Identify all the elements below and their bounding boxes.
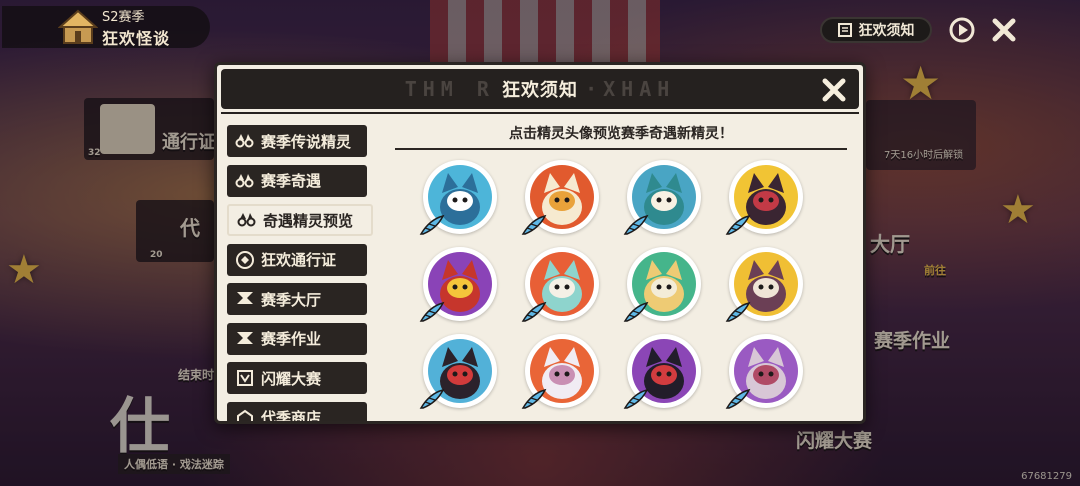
feather-icon: [419, 214, 445, 235]
spirit-avatar-hooded-spirit[interactable]: [623, 160, 701, 235]
feather-icon: [623, 301, 649, 322]
close-icon[interactable]: [990, 16, 1018, 44]
binoculars-icon: [237, 213, 256, 227]
tab-6[interactable]: 闪耀大赛: [227, 362, 367, 394]
feather-icon: [521, 301, 547, 322]
tab-label: 代季商店: [261, 409, 322, 421]
pennant-icon: [237, 331, 253, 344]
modal-header: THM R ··· ·XHAH 狂欢须知: [221, 69, 859, 109]
spirit-avatar-bell-spirit[interactable]: [521, 160, 599, 235]
spirit-avatar-blue-ghost-spirit[interactable]: [419, 160, 497, 235]
spirit-avatar-lamp-spirit[interactable]: [623, 247, 701, 322]
spirit-avatar-beetle-spirit[interactable]: [419, 334, 497, 409]
spirit-avatar-horse-spirit[interactable]: [623, 334, 701, 409]
notice-modal: THM R ··· ·XHAH 狂欢须知 赛季传说精灵 赛季奇遇奇遇精灵预览 狂欢通…: [214, 62, 866, 424]
feather-icon: [623, 214, 649, 235]
notice-button-label: 狂欢须知: [858, 23, 915, 39]
feather-icon: [725, 301, 751, 322]
feather-icon: [521, 388, 547, 409]
tab-5[interactable]: 赛季作业: [227, 322, 367, 355]
feather-icon: [725, 388, 751, 409]
tab-list: 赛季传说精灵 赛季奇遇奇遇精灵预览 狂欢通行证赛季大厅赛季作业闪耀大赛代季商店: [227, 125, 373, 421]
spirit-grid: [419, 160, 823, 409]
binoculars-icon: [235, 173, 254, 187]
tab-label: 赛季大厅: [261, 290, 322, 309]
spirit-avatar-hat-spirit[interactable]: [725, 247, 803, 322]
feather-icon: [521, 214, 547, 235]
tab-label: 赛季奇遇: [261, 172, 322, 190]
circus-tent-icon: [58, 9, 98, 44]
tab-0[interactable]: 赛季传说精灵: [227, 125, 367, 157]
notice-button[interactable]: 狂欢须知: [820, 17, 932, 43]
tab-label: 赛季传说精灵: [261, 132, 352, 151]
shop-icon: [237, 409, 253, 421]
tab-label: 狂欢通行证: [261, 251, 337, 269]
tab-2[interactable]: 奇遇精灵预览: [227, 204, 373, 236]
spirit-avatar-bottle-spirit[interactable]: [419, 247, 497, 322]
ticket-icon: [236, 250, 254, 269]
modal-title: 狂欢须知: [502, 80, 578, 101]
content-title: 点击精灵头像预览赛季奇遇新精灵！: [509, 126, 733, 142]
feather-icon: [725, 214, 751, 235]
tab-4[interactable]: 赛季大厅: [227, 283, 367, 315]
binoculars-icon: [235, 134, 254, 148]
tab-label: 赛季作业: [261, 330, 322, 348]
notice-note-icon: [837, 23, 852, 37]
pennant-icon: [237, 292, 253, 304]
tab-1[interactable]: 赛季奇遇: [227, 164, 367, 197]
season-name: 狂欢怪谈: [102, 28, 171, 48]
spirit-avatar-teapot-spirit[interactable]: [725, 334, 803, 409]
tab-7[interactable]: 代季商店: [227, 401, 367, 421]
feather-icon: [419, 301, 445, 322]
header-divider: [221, 112, 859, 114]
feather-icon: [623, 388, 649, 409]
season-badge[interactable]: S2赛季 狂欢怪谈: [2, 6, 210, 48]
season-number: S2赛季: [102, 9, 145, 25]
spirit-avatar-jester-spirit[interactable]: [521, 247, 599, 322]
trophy-icon: [237, 370, 253, 386]
tab-label: 闪耀大赛: [261, 369, 322, 388]
feather-icon: [419, 388, 445, 409]
spirit-avatar-rat-spirit[interactable]: [725, 160, 803, 235]
tab-3[interactable]: 狂欢通行证: [227, 243, 367, 276]
tab-label: 奇遇精灵预览: [263, 211, 354, 230]
content-divider: [395, 148, 847, 150]
play-icon[interactable]: [948, 16, 976, 44]
modal-close-button[interactable]: [819, 75, 849, 105]
spirit-avatar-mask-spirit[interactable]: [521, 334, 599, 409]
